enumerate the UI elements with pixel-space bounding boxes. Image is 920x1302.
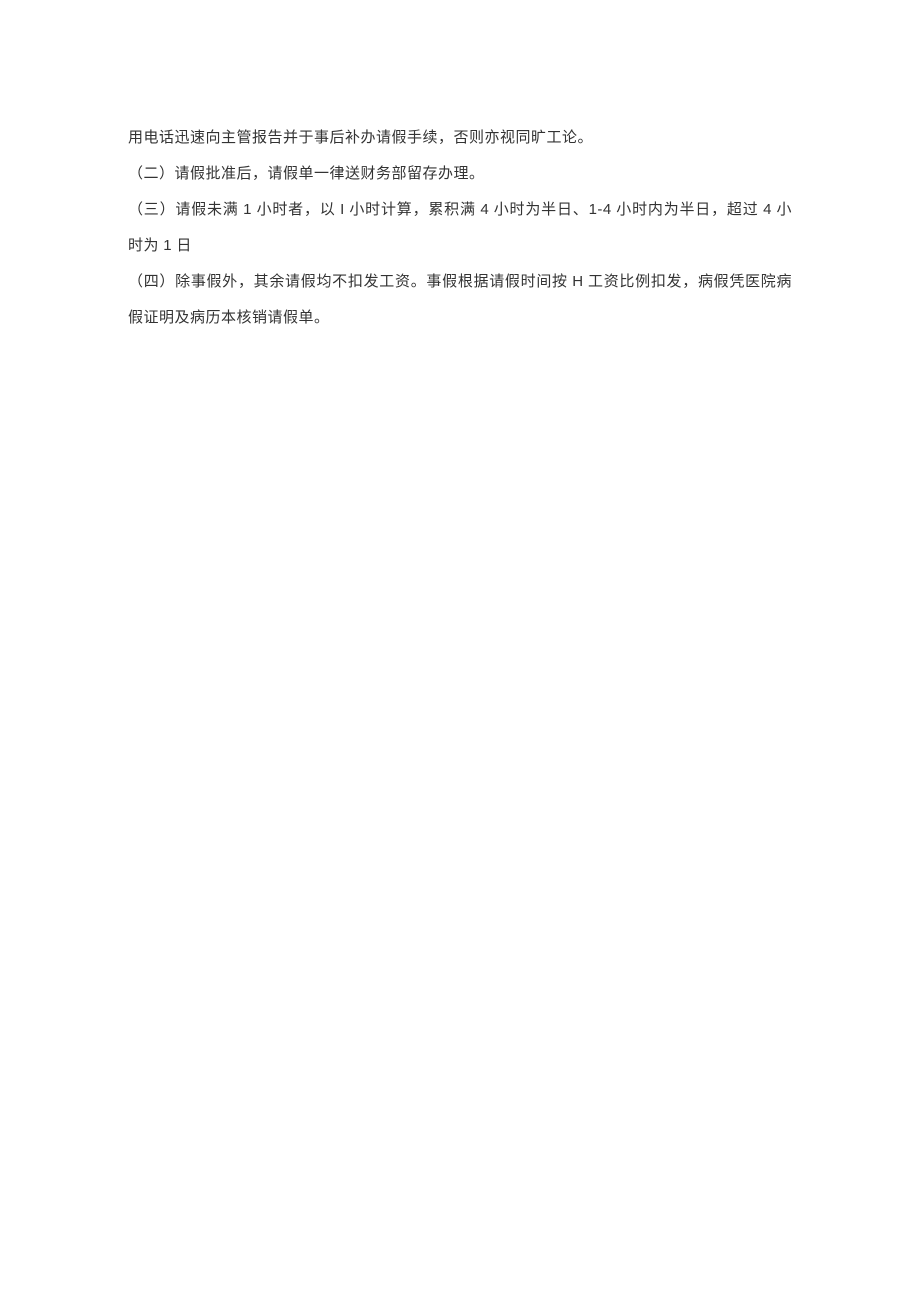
text-segment: 日 [172, 238, 192, 254]
paragraph-2: （二）请假批准后，请假单一律送财务部留存办理。 [128, 156, 792, 192]
text-segment: 小时内为半日，超过 [612, 202, 763, 218]
number-value: 1-4 [589, 201, 612, 218]
document-content: 用电话迅速向主管报告并于事后补办请假手续，否则亦视同旷工论。 （二）请假批准后，… [128, 120, 792, 336]
text-segment: （四）除事假外，其余请假均不扣发工资。事假根据请假时间按 [128, 274, 572, 290]
number-value: 4 [763, 201, 772, 218]
number-value: 4 [480, 201, 489, 218]
letter-value: H [572, 273, 583, 290]
paragraph-3: （三）请假未满 1 小时者，以 I 小时计算，累积满 4 小时为半日、1-4 小… [128, 192, 792, 264]
number-value: 1 [243, 201, 252, 218]
text-segment: 小时者，以 [252, 202, 340, 218]
paragraph-1: 用电话迅速向主管报告并于事后补办请假手续，否则亦视同旷工论。 [128, 120, 792, 156]
text-segment: 小时计算，累积满 [345, 202, 481, 218]
text-segment: （三）请假未满 [128, 202, 243, 218]
paragraph-4: （四）除事假外，其余请假均不扣发工资。事假根据请假时间按 H 工资比例扣发，病假… [128, 264, 792, 336]
text-segment: 小时为半日、 [489, 202, 588, 218]
number-value: 1 [163, 237, 172, 254]
